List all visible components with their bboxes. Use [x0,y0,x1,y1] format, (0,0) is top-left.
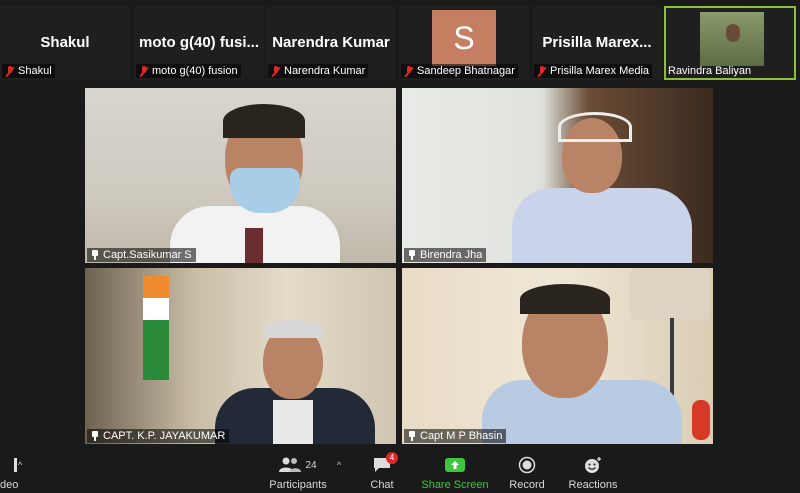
video-tile-sasikumar[interactable]: Capt.Sasikumar S [85,88,396,263]
thumbnail-narendra[interactable]: Narendra Kumar Narendra Kumar [266,6,396,80]
smiley-icon [565,454,621,476]
pin-icon [408,431,416,441]
thumbnail-name-tag: Prisilla Marex Media [534,64,653,78]
tile-name-label: Capt.Sasikumar S [87,248,196,262]
thumbnail-ravindra-active[interactable]: Ravindra Baliyan [664,6,796,80]
video-button[interactable]: deo [0,448,30,493]
video-tile-jayakumar[interactable]: CAPT. K.P. JAYAKUMAR [85,268,396,444]
mic-muted-icon [5,65,15,77]
mic-muted-icon [537,65,547,77]
thumbnail-display-name: Prisilla Marex... [542,34,652,51]
chat-button[interactable]: 4 Chat [360,448,404,493]
thumbnail-name-tag: Narendra Kumar [268,64,369,78]
thumbnail-display-name: Shakul [40,34,90,51]
video-tile-birendra[interactable]: Birendra Jha [402,88,713,263]
participants-button[interactable]: 24 Participants [262,448,334,493]
chevron-up-icon[interactable]: ^ [18,460,22,470]
video-tile-bhasin[interactable]: Capt M P Bhasin [402,268,713,444]
mic-muted-icon [271,65,281,77]
record-icon [505,454,549,476]
avatar: S [432,10,496,66]
thumbnail-name-tag: Shakul [2,64,55,78]
thumbnail-sandeep[interactable]: S Sandeep Bhatnagar [399,6,529,80]
participants-icon: 24 [262,454,334,476]
share-screen-icon [420,454,490,476]
reactions-button[interactable]: Reactions [565,448,621,493]
thumbnail-name-tag: Sandeep Bhatnagar [401,64,518,78]
chevron-up-icon[interactable]: ^ [337,460,341,470]
tile-name-label: Birendra Jha [404,248,487,262]
participants-count: 24 [305,459,317,471]
thumbnail-moto[interactable]: moto g(40) fusi... moto g(40) fusion [134,6,264,80]
thumbnail-display-name: Narendra Kumar [272,34,390,51]
chat-badge: 4 [386,452,398,464]
thumbnail-prisilla[interactable]: Prisilla Marex... Prisilla Marex Media [532,6,662,80]
thumbnail-strip: Shakul Shakul moto g(40) fusi... moto g(… [0,6,800,80]
record-button[interactable]: Record [505,448,549,493]
share-screen-button[interactable]: Share Screen [420,448,490,493]
thumbnail-shakul[interactable]: Shakul Shakul [0,6,130,80]
mic-muted-icon [404,65,414,77]
pin-icon [91,250,99,260]
pin-icon [408,250,416,260]
meeting-toolbar: deo ^ 24 Participants ^ 4 Chat Share Scr… [0,448,800,493]
thumbnail-name-tag: Ravindra Baliyan [668,65,752,77]
tile-name-label: Capt M P Bhasin [404,429,507,443]
thumbnail-name-tag: moto g(40) fusion [136,64,241,78]
tile-name-label: CAPT. K.P. JAYAKUMAR [87,429,230,443]
mic-muted-icon [139,65,149,77]
video-icon [0,454,30,476]
video-feed [700,12,764,66]
thumbnail-display-name: moto g(40) fusi... [139,34,259,51]
pin-icon [91,431,99,441]
